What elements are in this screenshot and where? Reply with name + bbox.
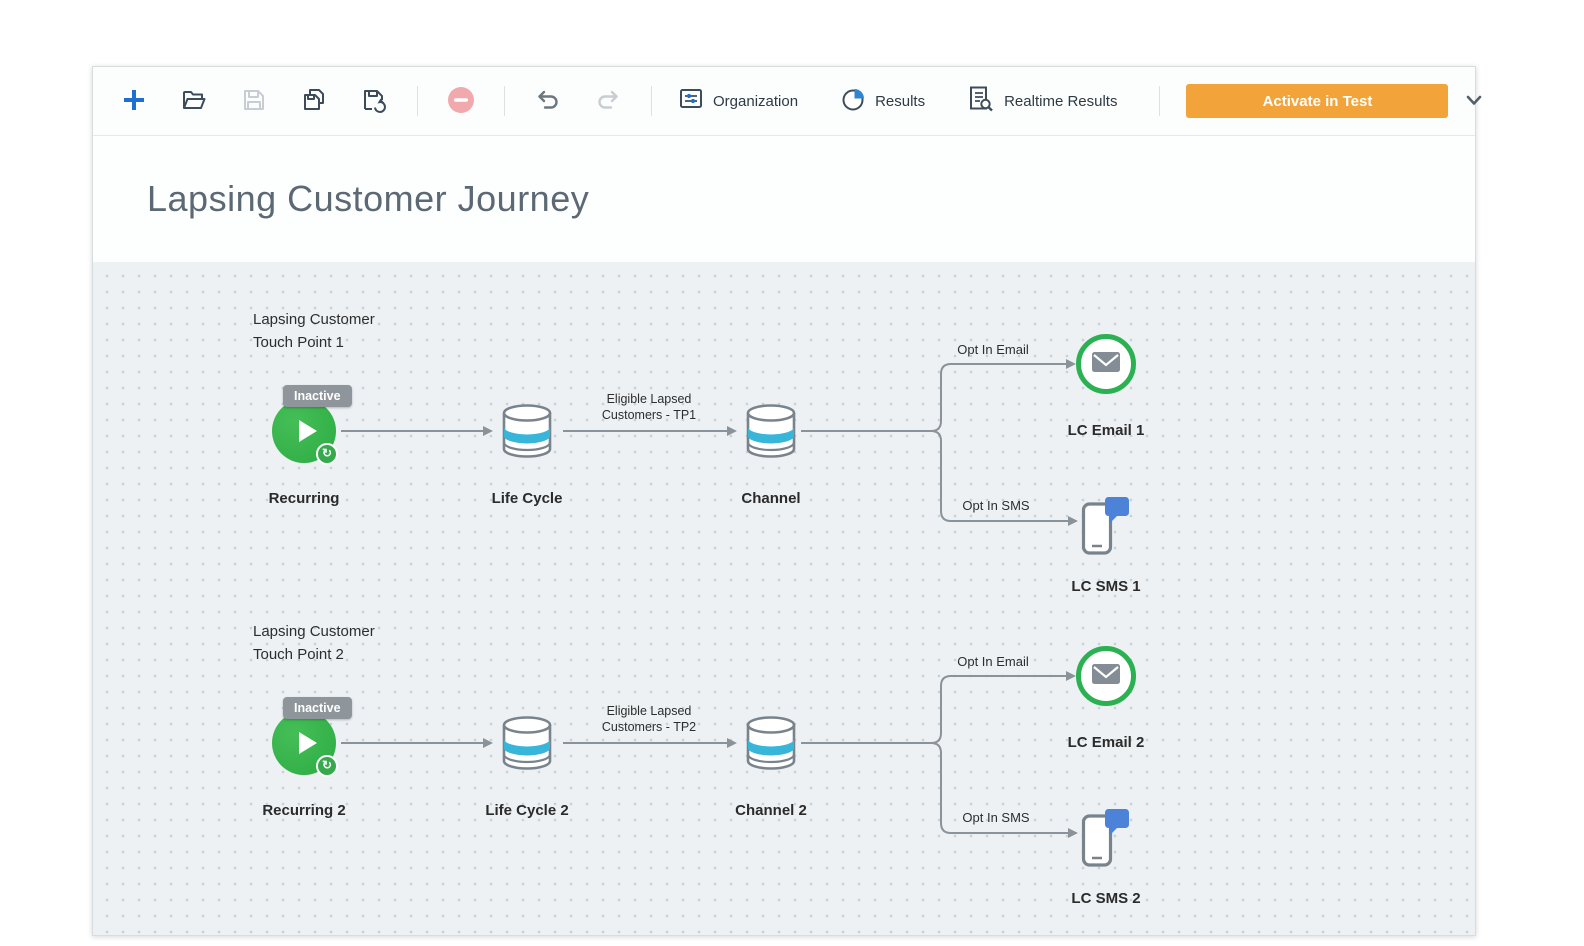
organization-button[interactable]: Organization [678, 86, 798, 116]
toolbar-separator [504, 86, 505, 116]
results-button[interactable]: Results [840, 86, 925, 116]
database-icon [497, 447, 557, 464]
realtime-results-icon [967, 85, 995, 117]
results-label: Results [875, 93, 925, 110]
activate-options-button[interactable] [1460, 87, 1488, 115]
undo-button[interactable] [531, 84, 565, 118]
minus-circle-icon [446, 85, 476, 118]
channel-node-label: Channel [691, 490, 851, 507]
envelope-icon [1091, 663, 1121, 690]
undo-arrow-icon [535, 87, 561, 116]
organization-label: Organization [713, 93, 798, 110]
sms-node[interactable] [1080, 807, 1132, 869]
journey-flow-2: Lapsing Customer Touch Point 2 Inactive … [93, 574, 1475, 934]
redo-arrow-icon [595, 87, 621, 116]
start-node-label: Recurring 2 [224, 802, 384, 819]
database-icon [741, 447, 801, 464]
phone-sms-icon [1080, 544, 1132, 561]
recurring-start-node[interactable]: ↻ [272, 399, 336, 463]
database-icon [497, 759, 557, 776]
database-icon [741, 759, 801, 776]
segment-edge-label: Eligible Lapsed Customers - TP2 [584, 703, 714, 736]
organization-icon [678, 86, 704, 116]
lifecycle-node-label: Life Cycle 2 [447, 802, 607, 819]
save-version-button[interactable] [357, 84, 391, 118]
remove-button[interactable] [444, 84, 478, 118]
activate-in-test-button[interactable]: Activate in Test [1186, 84, 1448, 118]
channel-node-label: Channel 2 [691, 802, 851, 819]
plus-icon [121, 87, 147, 116]
journey-canvas[interactable]: Lapsing Customer Touch Point 1 Inactive … [93, 262, 1475, 935]
folder-open-icon [181, 87, 207, 116]
status-badge: Inactive [283, 385, 352, 407]
toolbar-separator [1159, 86, 1160, 116]
journey-flow-1: Lapsing Customer Touch Point 1 Inactive … [93, 262, 1475, 622]
envelope-icon [1091, 351, 1121, 378]
channel-node[interactable] [741, 714, 801, 772]
channel-node[interactable] [741, 402, 801, 460]
email-node-label: LC Email 2 [1026, 734, 1186, 751]
activate-group: Activate in Test [1159, 84, 1488, 118]
results-pie-icon [840, 86, 866, 116]
lifecycle-node[interactable] [497, 714, 557, 772]
floppy-icon [241, 87, 267, 116]
toolbar: Organization Results Realtime Result [93, 67, 1475, 136]
sms-node[interactable] [1080, 495, 1132, 557]
toolbar-separator [417, 86, 418, 116]
email-node[interactable] [1076, 646, 1136, 706]
status-badge: Inactive [283, 697, 352, 719]
recurring-start-node[interactable]: ↻ [272, 711, 336, 775]
touchpoint-note: Lapsing Customer Touch Point 2 [253, 620, 411, 667]
optin-sms-edge-label: Opt In SMS [926, 498, 1066, 513]
refresh-icon: ↻ [316, 443, 338, 465]
optin-sms-edge-label: Opt In SMS [926, 810, 1066, 825]
optin-email-edge-label: Opt In Email [923, 654, 1063, 669]
chevron-down-icon [1463, 89, 1485, 114]
save-as-copy-button[interactable] [297, 84, 331, 118]
refresh-icon: ↻ [316, 755, 338, 777]
optin-email-edge-label: Opt In Email [923, 342, 1063, 357]
touchpoint-note: Lapsing Customer Touch Point 1 [253, 308, 411, 355]
page-title: Lapsing Customer Journey [147, 178, 589, 220]
lifecycle-node-label: Life Cycle [447, 490, 607, 507]
new-button[interactable] [117, 84, 151, 118]
lifecycle-node[interactable] [497, 402, 557, 460]
sms-node-label: LC SMS 2 [1026, 890, 1186, 907]
phone-sms-icon [1080, 856, 1132, 873]
realtime-results-button[interactable]: Realtime Results [967, 85, 1117, 117]
email-node-label: LC Email 1 [1026, 422, 1186, 439]
segment-edge-label: Eligible Lapsed Customers - TP1 [584, 391, 714, 424]
redo-button[interactable] [591, 84, 625, 118]
floppy-arrow-icon [361, 87, 387, 116]
play-icon [299, 420, 317, 442]
floppy-copy-icon [301, 87, 327, 116]
journey-designer-window: Organization Results Realtime Result [92, 66, 1476, 936]
start-node-label: Recurring [224, 490, 384, 507]
save-button[interactable] [237, 84, 271, 118]
title-bar: Lapsing Customer Journey [93, 136, 1475, 262]
realtime-results-label: Realtime Results [1004, 93, 1117, 110]
toolbar-separator [651, 86, 652, 116]
email-node[interactable] [1076, 334, 1136, 394]
play-icon [299, 732, 317, 754]
open-button[interactable] [177, 84, 211, 118]
